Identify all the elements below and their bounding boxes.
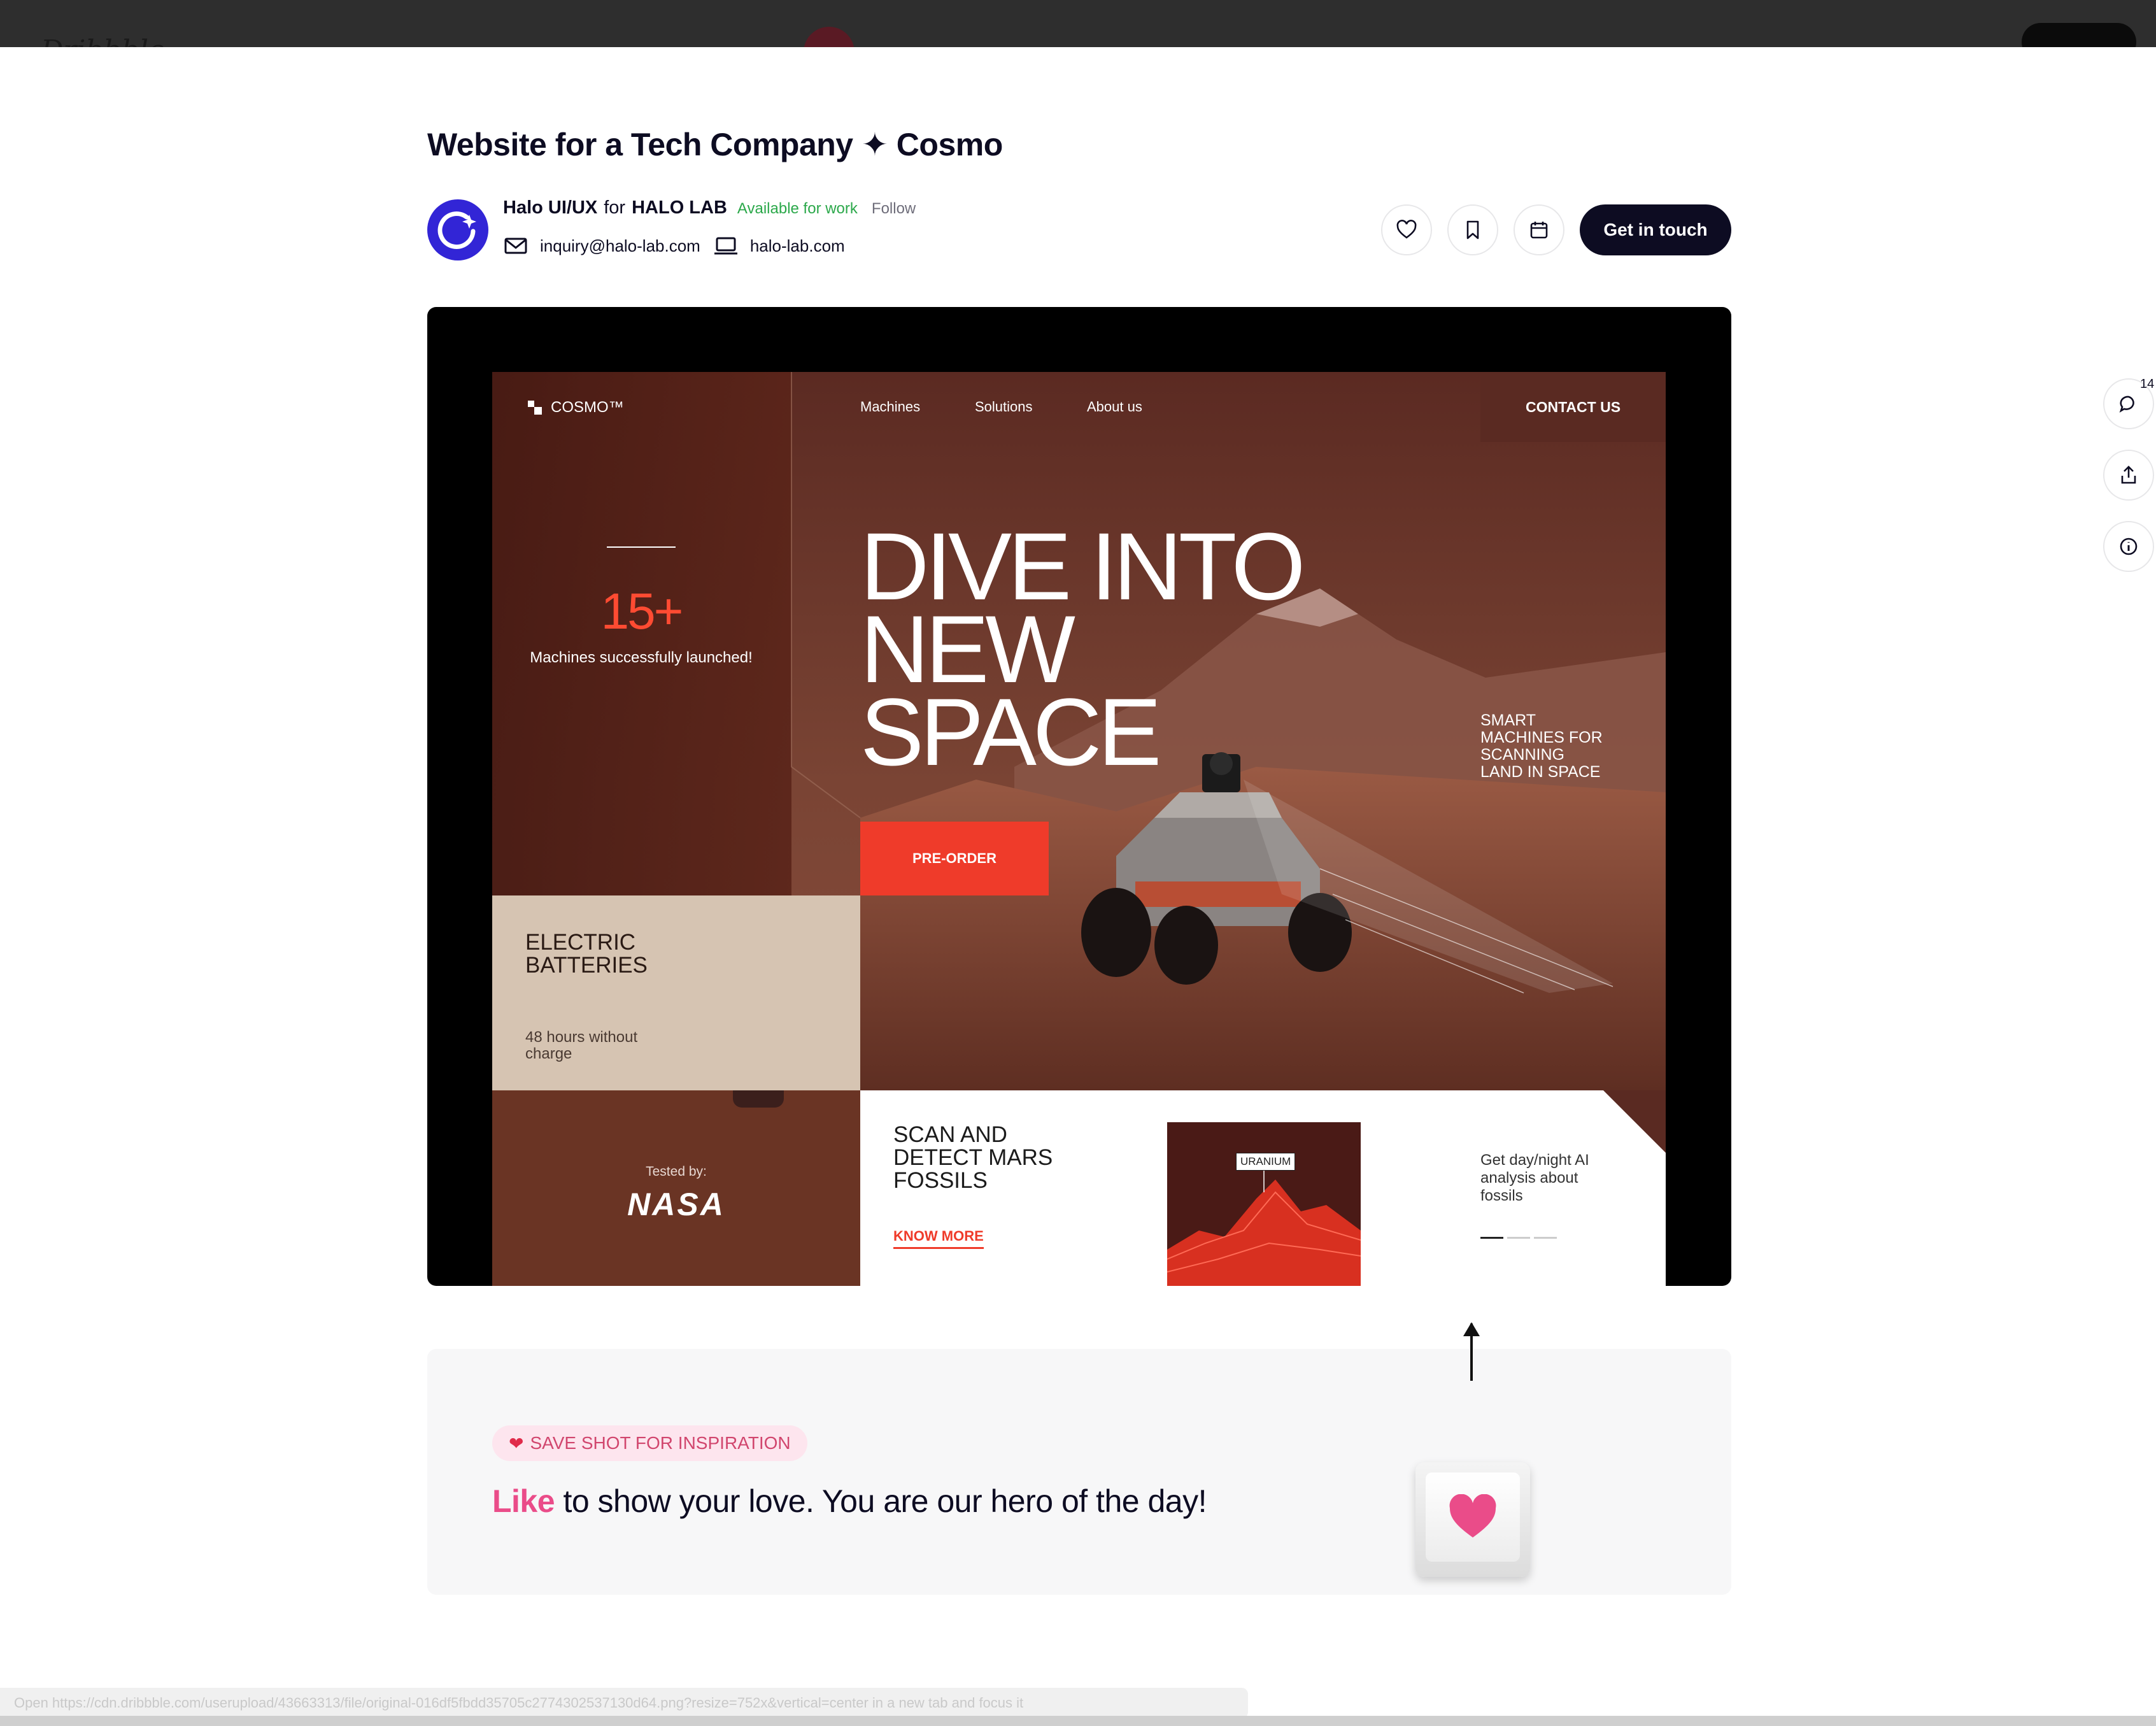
cosmo-contact-button: CONTACT US (1480, 372, 1666, 442)
uranium-tag: URANIUM (1236, 1153, 1296, 1171)
arrow-shaft (1470, 1323, 1473, 1381)
follow-button[interactable]: Follow (872, 200, 916, 218)
know-more-link: KNOW MORE (893, 1228, 984, 1249)
heart-icon (1449, 1494, 1496, 1537)
cosmo-stat-value: 15+ (600, 583, 684, 639)
bookmark-icon (1466, 220, 1479, 239)
hero-line: SPACE (860, 678, 1161, 785)
calendar-icon (1530, 222, 1548, 239)
save-shot-label: SAVE SHOT FOR INSPIRATION (530, 1433, 791, 1453)
website-link[interactable]: halo-lab.com (750, 236, 845, 256)
schedule-button[interactable] (1514, 204, 1564, 255)
nasa-logo: NASA (627, 1187, 725, 1222)
terrain-mesh-illustration (1167, 1160, 1361, 1286)
tested-by-label: Tested by: (646, 1164, 707, 1179)
cosmo-logo: COSMO™ (527, 399, 624, 417)
team-name[interactable]: HALO LAB (632, 197, 727, 218)
status-bar-url: Open https://cdn.dribbble.com/userupload… (0, 1688, 1248, 1718)
email-link[interactable]: inquiry@halo-lab.com (540, 236, 700, 256)
cosmo-side-text: SMART MACHINES FOR SCANNING LAND IN SPAC… (1480, 711, 1603, 781)
shot-image[interactable]: COSMO™ Machines Solutions About us CONTA… (427, 307, 1731, 1286)
ai-analysis-text: Get day/night AI analysis about fossils (1480, 1152, 1589, 1204)
like-word: Like (492, 1483, 555, 1519)
like-button[interactable] (1381, 204, 1432, 255)
mail-icon (504, 238, 527, 254)
like-message-text: to show your love. You are our hero of t… (555, 1483, 1207, 1519)
for-label: for (604, 197, 626, 218)
scan-title: SCAN AND DETECT MARS FOSSILS (893, 1122, 1053, 1193)
share-icon (2121, 466, 2136, 484)
uranium-card: URANIUM (1167, 1122, 1361, 1286)
halo-logo-icon (437, 211, 476, 249)
like-key-button[interactable] (1415, 1462, 1530, 1577)
background-header: Dribbble (0, 0, 2156, 78)
comment-icon (2119, 396, 2134, 413)
divider (607, 546, 676, 548)
author-avatar[interactable] (427, 199, 488, 260)
cosmo-stat-text: Machines successfully launched! (530, 649, 753, 666)
availability-badge[interactable]: Available for work (737, 200, 858, 218)
cosmo-battery-card: ELECTRIC BATTERIES 48 hours without char… (492, 895, 860, 1090)
share-button[interactable] (2103, 450, 2154, 501)
cosmo-website-mockup: COSMO™ Machines Solutions About us CONTA… (492, 372, 1666, 1286)
author-line: Halo UI/UX for HALO LAB Available for wo… (503, 197, 916, 218)
get-in-touch-button[interactable]: Get in touch (1580, 204, 1731, 255)
contact-line: inquiry@halo-lab.com halo-lab.com (503, 233, 858, 259)
like-message: Like to show your love. You are our hero… (492, 1483, 1207, 1520)
comment-count: 14 (2140, 377, 2155, 391)
slider-indicator (1480, 1237, 1557, 1239)
author-name[interactable]: Halo UI/UX (503, 197, 597, 218)
save-shot-badge: ❤ SAVE SHOT FOR INSPIRATION (492, 1425, 807, 1461)
cosmo-tested-by: Tested by: NASA (492, 1090, 860, 1286)
like-promo-card: ❤ SAVE SHOT FOR INSPIRATION Like to show… (427, 1322, 1731, 1595)
cosmo-nav-machines: Machines (860, 399, 921, 415)
cosmo-logo-text: COSMO™ (551, 399, 624, 416)
info-button[interactable] (2103, 521, 2154, 572)
corner-cut (1603, 1090, 1666, 1153)
cosmo-features-row: SCAN AND DETECT MARS FOSSILS KNOW MORE U… (860, 1090, 1666, 1286)
cosmo-hero-heading: DIVE INTO NEW SPACE (860, 518, 1305, 785)
cosmo-logo-icon (528, 401, 542, 415)
save-button[interactable] (1447, 204, 1498, 255)
info-icon (2120, 538, 2138, 555)
laptop-icon (714, 237, 737, 255)
battery-title: ELECTRIC BATTERIES (525, 930, 648, 978)
cosmo-nav-solutions: Solutions (975, 399, 1033, 415)
battery-subtitle: 48 hours without charge (525, 1029, 638, 1062)
cosmo-preorder-button: PRE-ORDER (860, 822, 1049, 895)
cosmo-nav-about: About us (1087, 399, 1142, 415)
bottom-scroll-strip (0, 1716, 2156, 1726)
heart-emoji-icon: ❤ (509, 1433, 524, 1453)
like-key-face (1426, 1473, 1520, 1562)
shot-title: Website for a Tech Company ✦ Cosmo (427, 127, 1003, 162)
heart-icon (1396, 220, 1417, 239)
